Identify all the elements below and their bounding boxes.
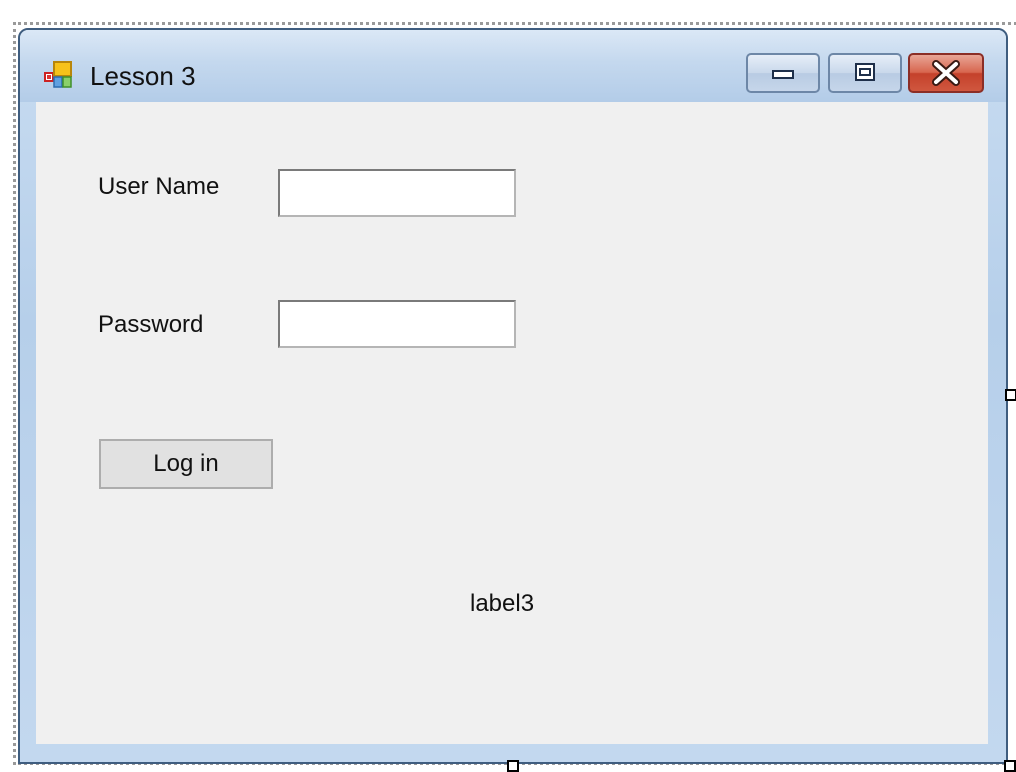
resize-handle-right[interactable] [1005,389,1016,401]
close-button[interactable] [908,53,984,93]
status-label: label3 [470,590,535,617]
username-label: User Name [98,173,220,200]
form-window[interactable]: Lesson 3 User Name Password Log in label… [18,28,1008,764]
resize-handle-bottom[interactable] [507,760,519,772]
title-bar[interactable]: Lesson 3 [20,30,1006,102]
resize-handle-bottom-right[interactable] [1004,760,1016,772]
username-input[interactable] [278,169,516,217]
maximize-button[interactable] [828,53,902,93]
windows-form-icon [44,60,76,92]
login-button[interactable]: Log in [99,439,273,489]
window-title: Lesson 3 [90,61,196,91]
form-client-area: User Name Password Log in label3 [36,102,988,744]
maximize-icon [855,63,875,81]
password-input[interactable] [278,300,516,348]
close-icon [932,60,960,86]
minimize-icon [772,70,794,79]
form-designer-surface: Lesson 3 User Name Password Log in label… [0,0,1016,772]
password-label: Password [98,311,204,338]
minimize-button[interactable] [746,53,820,93]
